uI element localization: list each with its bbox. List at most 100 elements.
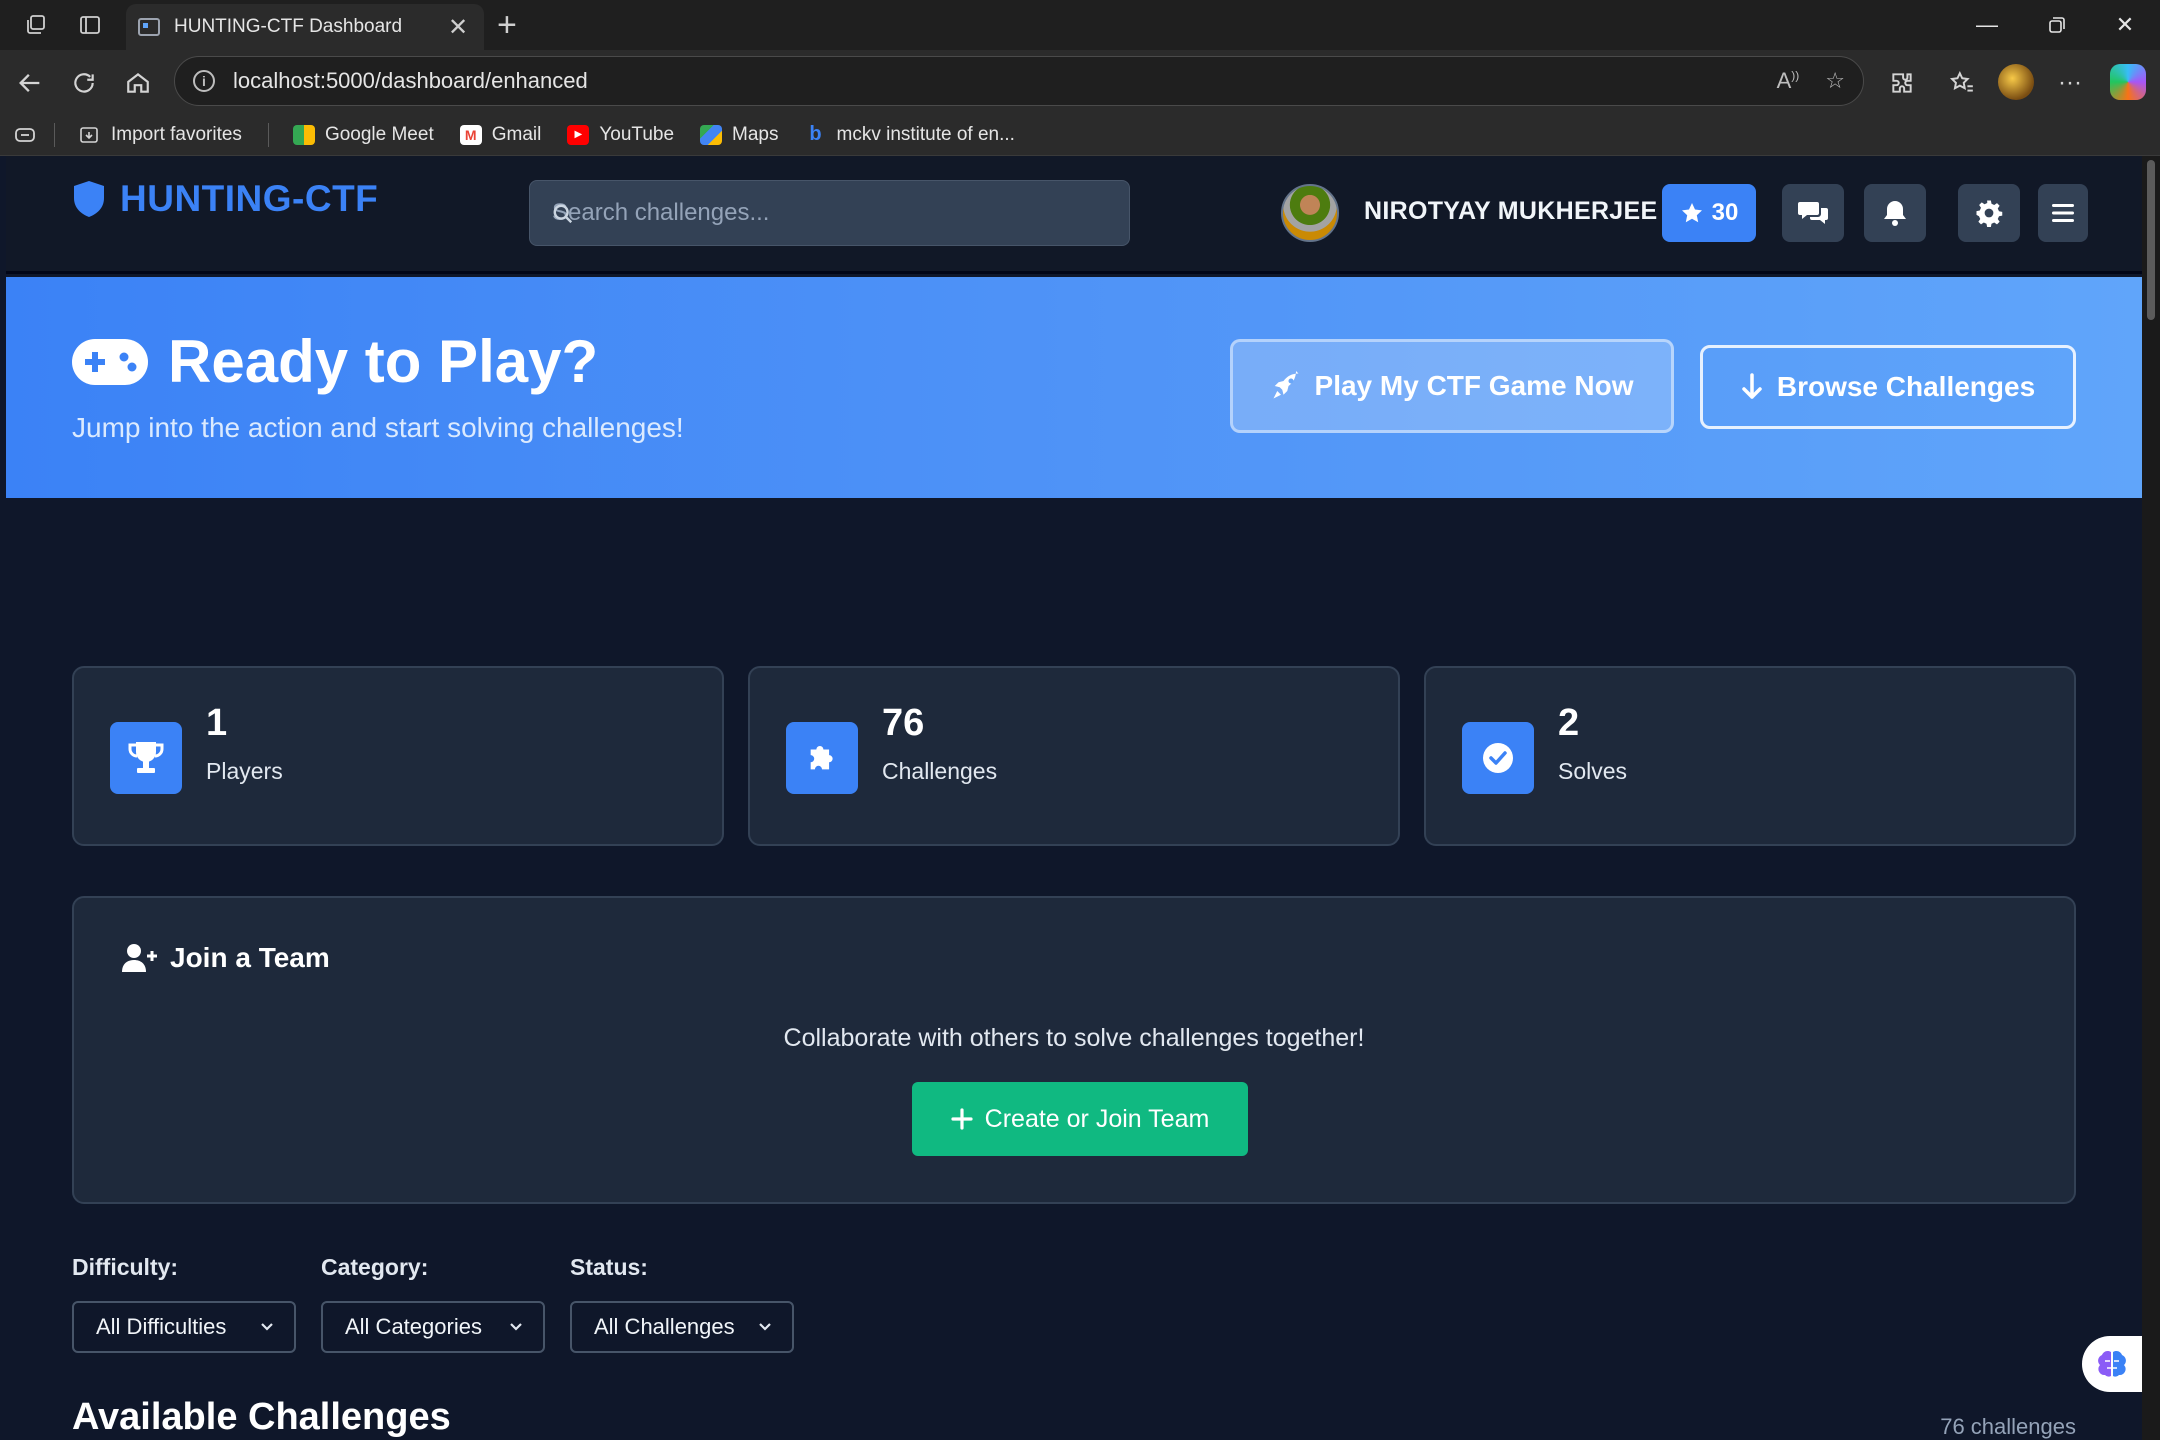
site-info-icon[interactable]: i [193, 70, 215, 92]
reading-list-icon[interactable] [14, 126, 36, 144]
challenge-count: 76 challenges [1940, 1414, 2076, 1439]
new-tab-icon[interactable]: + [497, 6, 517, 45]
close-window-icon[interactable]: ✕ [2102, 8, 2148, 42]
category-filter: Category: All Categories [321, 1254, 545, 1353]
profile-avatar[interactable] [1998, 64, 2034, 100]
chevron-down-icon [261, 1323, 273, 1331]
username[interactable]: NIROTYAY MUKHERJEE [1364, 197, 1657, 226]
create-join-team-label: Create or Join Team [984, 1104, 1210, 1133]
status-value: All Challenges [594, 1314, 735, 1339]
bell-icon [1884, 201, 1906, 226]
difficulty-select[interactable]: All Difficulties [72, 1301, 296, 1353]
team-title-text: Join a Team [170, 942, 330, 973]
search-input[interactable] [552, 199, 1129, 227]
points-badge[interactable]: 30 [1662, 184, 1756, 242]
hero-subtitle: Jump into the action and start solving c… [72, 412, 684, 443]
bookmark-youtube[interactable]: ▶ YouTube [567, 124, 674, 146]
stat-value: 2 [1558, 702, 1580, 744]
plus-icon [951, 1108, 973, 1130]
bookmark-label: Import favorites [111, 123, 242, 145]
tab-actions-icon[interactable] [72, 8, 108, 42]
app-header: HUNTING-CTF NIROTYAY MUKHERJEE 30 [6, 156, 2142, 274]
shield-icon [74, 181, 104, 217]
stat-label: Challenges [882, 758, 998, 784]
menu-button[interactable] [2038, 184, 2088, 242]
more-options-icon[interactable]: ··· [2050, 63, 2090, 103]
bookmark-google-meet[interactable]: Google Meet [292, 124, 434, 146]
browse-challenges-button[interactable]: Browse Challenges [1700, 345, 2076, 429]
address-bar: i localhost:5000/dashboard/enhanced A)) … [0, 50, 2160, 114]
gear-icon [1976, 200, 2003, 227]
rocket-icon [1273, 371, 1299, 399]
read-aloud-icon[interactable]: A)) [1777, 68, 1800, 94]
minimize-icon[interactable]: — [1964, 8, 2010, 42]
join-team-card: Join a Team Collaborate with others to s… [72, 896, 2076, 1204]
hamburger-icon [2052, 204, 2074, 222]
back-icon[interactable] [10, 63, 50, 103]
ai-assistant-button[interactable] [2082, 1336, 2142, 1392]
available-challenges-title: Available Challenges [72, 1396, 451, 1438]
brain-icon [2098, 1350, 2126, 1377]
bookmark-label: YouTube [599, 123, 675, 145]
search-box[interactable] [529, 180, 1130, 246]
bookmarks-bar: Import favorites Google Meet M Gmail ▶ Y… [0, 114, 2160, 156]
url-text: localhost:5000/dashboard/enhanced [233, 68, 588, 93]
user-avatar[interactable] [1281, 184, 1339, 242]
notifications-button[interactable] [1864, 184, 1926, 242]
bookmark-maps[interactable]: Maps [700, 123, 779, 146]
restore-icon[interactable] [2034, 8, 2080, 42]
bing-icon: b [809, 123, 822, 145]
stat-value: 76 [882, 702, 925, 744]
page-viewport: HUNTING-CTF NIROTYAY MUKHERJEE 30 [6, 156, 2142, 1440]
status-select[interactable]: All Challenges [570, 1301, 794, 1353]
hero-title-text: Ready to Play? [168, 328, 599, 395]
bookmark-divider [267, 122, 269, 147]
trophy-icon [110, 722, 182, 794]
stat-card-challenges: 76 Challenges [748, 666, 1400, 846]
browser-window: HUNTING-CTF Dashboard ✕ + — ✕ i localhos… [0, 0, 2160, 1440]
user-plus-icon [122, 944, 157, 972]
page-scrollbar[interactable] [2142, 156, 2160, 1440]
status-label: Status: [570, 1254, 648, 1280]
brand-logo[interactable]: HUNTING-CTF [72, 178, 378, 220]
scrollbar-thumb[interactable] [2147, 160, 2155, 320]
extensions-icon[interactable] [1882, 63, 1922, 103]
settings-button[interactable] [1958, 184, 2020, 242]
gmail-icon: M [459, 124, 482, 145]
stat-value: 1 [206, 702, 228, 744]
favorites-icon[interactable] [1942, 63, 1982, 103]
stat-card-solves: 2 Solves [1424, 666, 2076, 846]
difficulty-label: Difficulty: [72, 1254, 179, 1280]
create-join-team-button[interactable]: Create or Join Team [912, 1082, 1248, 1156]
bookmark-label: Maps [732, 123, 779, 145]
bookmark-import-favorites[interactable]: Import favorites [79, 124, 242, 146]
bookmark-gmail[interactable]: M Gmail [459, 124, 541, 146]
stat-card-players: 1 Players [72, 666, 724, 846]
stat-label: Players [206, 758, 283, 784]
category-select[interactable]: All Categories [321, 1301, 545, 1353]
browse-challenges-label: Browse Challenges [1776, 371, 2036, 402]
url-field[interactable]: i localhost:5000/dashboard/enhanced A)) … [174, 56, 1864, 106]
puzzle-icon [786, 722, 858, 794]
workspaces-icon[interactable] [18, 8, 54, 42]
status-filter: Status: All Challenges [570, 1254, 794, 1353]
play-game-button[interactable]: Play My CTF Game Now [1230, 339, 1674, 433]
tab-bar: HUNTING-CTF Dashboard ✕ + — ✕ [0, 0, 2160, 50]
refresh-icon[interactable] [64, 63, 104, 103]
stat-label: Solves [1558, 758, 1628, 784]
close-tab-icon[interactable]: ✕ [444, 13, 472, 42]
bookmark-label: mckv institute of en... [836, 123, 1015, 145]
home-icon[interactable] [118, 63, 158, 103]
chat-button[interactable] [1782, 184, 1844, 242]
gamepad-icon [72, 338, 148, 385]
bookmark-mckv[interactable]: b mckv institute of en... [805, 123, 1015, 146]
tab-dashboard[interactable]: HUNTING-CTF Dashboard ✕ [126, 4, 484, 50]
points-value: 30 [1711, 199, 1739, 226]
brand-name: HUNTING-CTF [120, 178, 379, 219]
favorite-star-icon[interactable]: ☆ [1825, 68, 1845, 94]
team-title: Join a Team [122, 942, 330, 974]
check-circle-icon [1462, 722, 1534, 794]
play-game-label: Play My CTF Game Now [1314, 370, 1634, 401]
import-icon [79, 125, 101, 145]
copilot-icon[interactable] [2110, 64, 2146, 100]
